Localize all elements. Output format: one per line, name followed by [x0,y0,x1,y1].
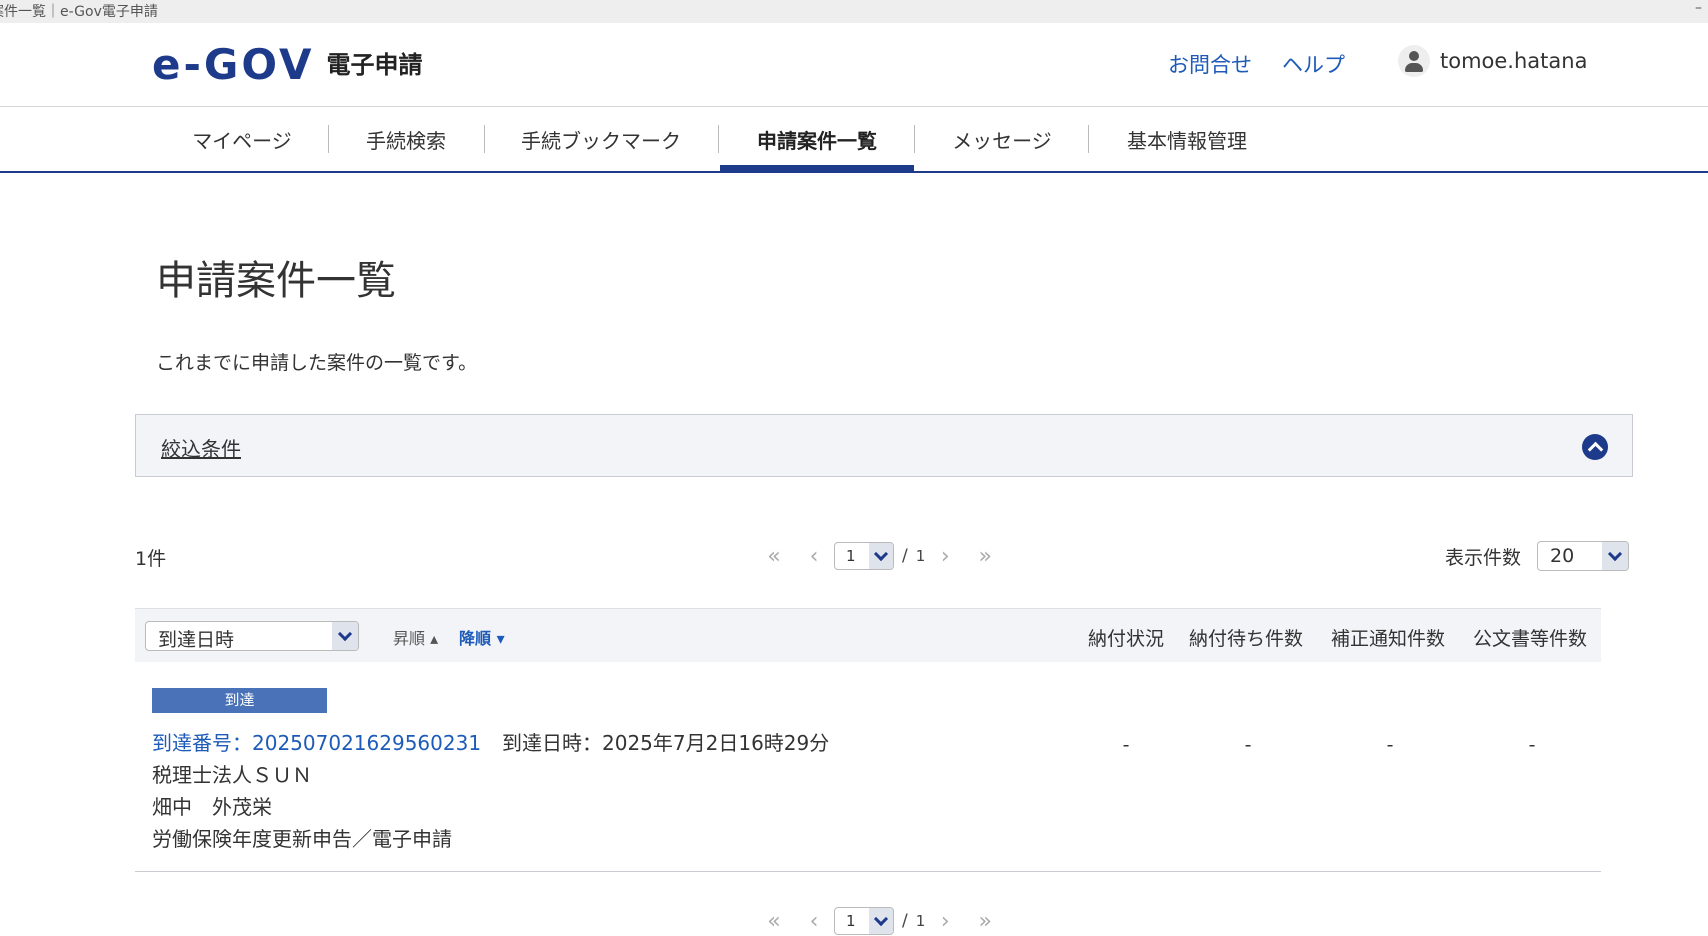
nav-divider [328,125,329,153]
page-select-value: 1 [846,547,856,565]
nav-application-list[interactable]: 申請案件一覧 [720,107,914,171]
minimize-button[interactable]: – [1695,0,1702,16]
chevron-up-icon[interactable] [1582,434,1608,460]
applicant-organization: 税理士法人ＳＵＮ [152,763,312,787]
chevron-down-icon [869,908,893,934]
chevron-down-icon [1602,542,1629,570]
page-select[interactable]: 1 [834,907,894,935]
last-page-icon[interactable]: » [965,909,1005,934]
nav-procedure-search[interactable]: 手続検索 [352,107,460,171]
column-header-payment-status: 納付状況 [1087,628,1164,650]
list-header: 到達日時 昇順 ▴ 降順 ▾ 納付状況 納付待ち件数 補正通知件数 公文書等件数 [135,608,1601,662]
page-title: 申請案件一覧 [156,258,396,304]
column-header-payment-pending: 納付待ち件数 [1188,628,1303,650]
page-select[interactable]: 1 [834,542,894,570]
username: tomoe.hatana [1440,49,1588,73]
prev-page-icon[interactable]: ‹ [794,909,834,934]
user-menu[interactable]: tomoe.hatana [1398,45,1587,77]
nav-divider [1088,125,1089,153]
nav-procedure-bookmark[interactable]: 手続ブックマーク [512,107,690,171]
result-count: 1件 [135,548,167,570]
sort-field-value: 到達日時 [158,629,235,651]
sort-field-select[interactable]: 到達日時 [145,621,359,651]
first-page-icon[interactable]: « [754,544,794,569]
per-page-value: 20 [1550,545,1575,567]
nav-basic-info[interactable]: 基本情報管理 [1114,107,1260,171]
page-total: 1 [915,912,926,930]
logo-text: e-GOV [152,40,315,89]
arrival-number-link[interactable]: 到達番号：202507021629560231 [152,727,481,756]
sort-ascending-button[interactable]: 昇順 ▴ [393,625,438,649]
user-avatar-icon [1398,45,1430,77]
official-docs-value: - [1528,734,1536,756]
nav-divider [914,125,915,153]
column-header-official-docs: 公文書等件数 [1472,628,1587,650]
window-titlebar: 案件一覧｜e-Gov電子申請 – [0,0,1708,23]
nav-mypage[interactable]: マイページ [174,107,310,171]
main-nav: マイページ 手続検索 手続ブックマーク 申請案件一覧 メッセージ 基本情報管理 [0,107,1708,173]
last-page-icon[interactable]: » [965,544,1005,569]
page-description: これまでに申請した案件の一覧です。 [156,352,478,374]
column-header-correction-notices: 補正通知件数 [1330,628,1445,650]
arrival-datetime: 到達日時：2025年7月2日16時29分 [502,731,830,755]
page-select-value: 1 [846,912,856,930]
filter-panel[interactable]: 絞込条件 [135,414,1633,477]
pagination-top: « ‹ 1 / 1 › » [754,541,1005,571]
per-page-label: 表示件数 [1445,546,1522,569]
correction-notices-value: - [1386,734,1394,756]
nav-divider [484,125,485,153]
egov-logo[interactable]: e-GOV 電子申請 [152,43,422,87]
filter-label[interactable]: 絞込条件 [161,433,241,462]
help-link[interactable]: ヘルプ [1282,49,1345,79]
contact-link[interactable]: お問合せ [1168,49,1252,79]
status-badge: 到達 [152,688,327,713]
procedure-name: 労働保険年度更新申告／電子申請 [152,827,452,851]
next-page-icon[interactable]: › [925,544,965,569]
payment-pending-value: - [1244,734,1252,756]
per-page-select[interactable]: 20 [1537,541,1630,571]
prev-page-icon[interactable]: ‹ [794,544,834,569]
chevron-down-icon [332,622,358,650]
site-header: e-GOV 電子申請 お問合せ ヘルプ tomoe.hatana [0,23,1708,107]
chevron-down-icon [869,543,893,569]
page-total: 1 [915,547,926,565]
payment-status-value: - [1122,734,1130,756]
page-separator: / [902,911,908,931]
list-item: 到達 到達番号：202507021629560231 到達日時：2025年7月2… [135,661,1601,872]
logo-subtitle: 電子申請 [326,51,423,79]
applicant-name: 畑中 外茂栄 [152,795,272,819]
first-page-icon[interactable]: « [754,909,794,934]
nav-messages[interactable]: メッセージ [940,107,1064,171]
next-page-icon[interactable]: › [925,909,965,934]
window-title: 案件一覧｜e-Gov電子申請 [0,4,158,20]
sort-descending-button[interactable]: 降順 ▾ [459,625,505,649]
pagination-bottom: « ‹ 1 / 1 › » [754,906,1005,936]
per-page-control: 表示件数 20 [1445,541,1630,571]
page-separator: / [902,546,908,566]
nav-divider [718,125,719,153]
